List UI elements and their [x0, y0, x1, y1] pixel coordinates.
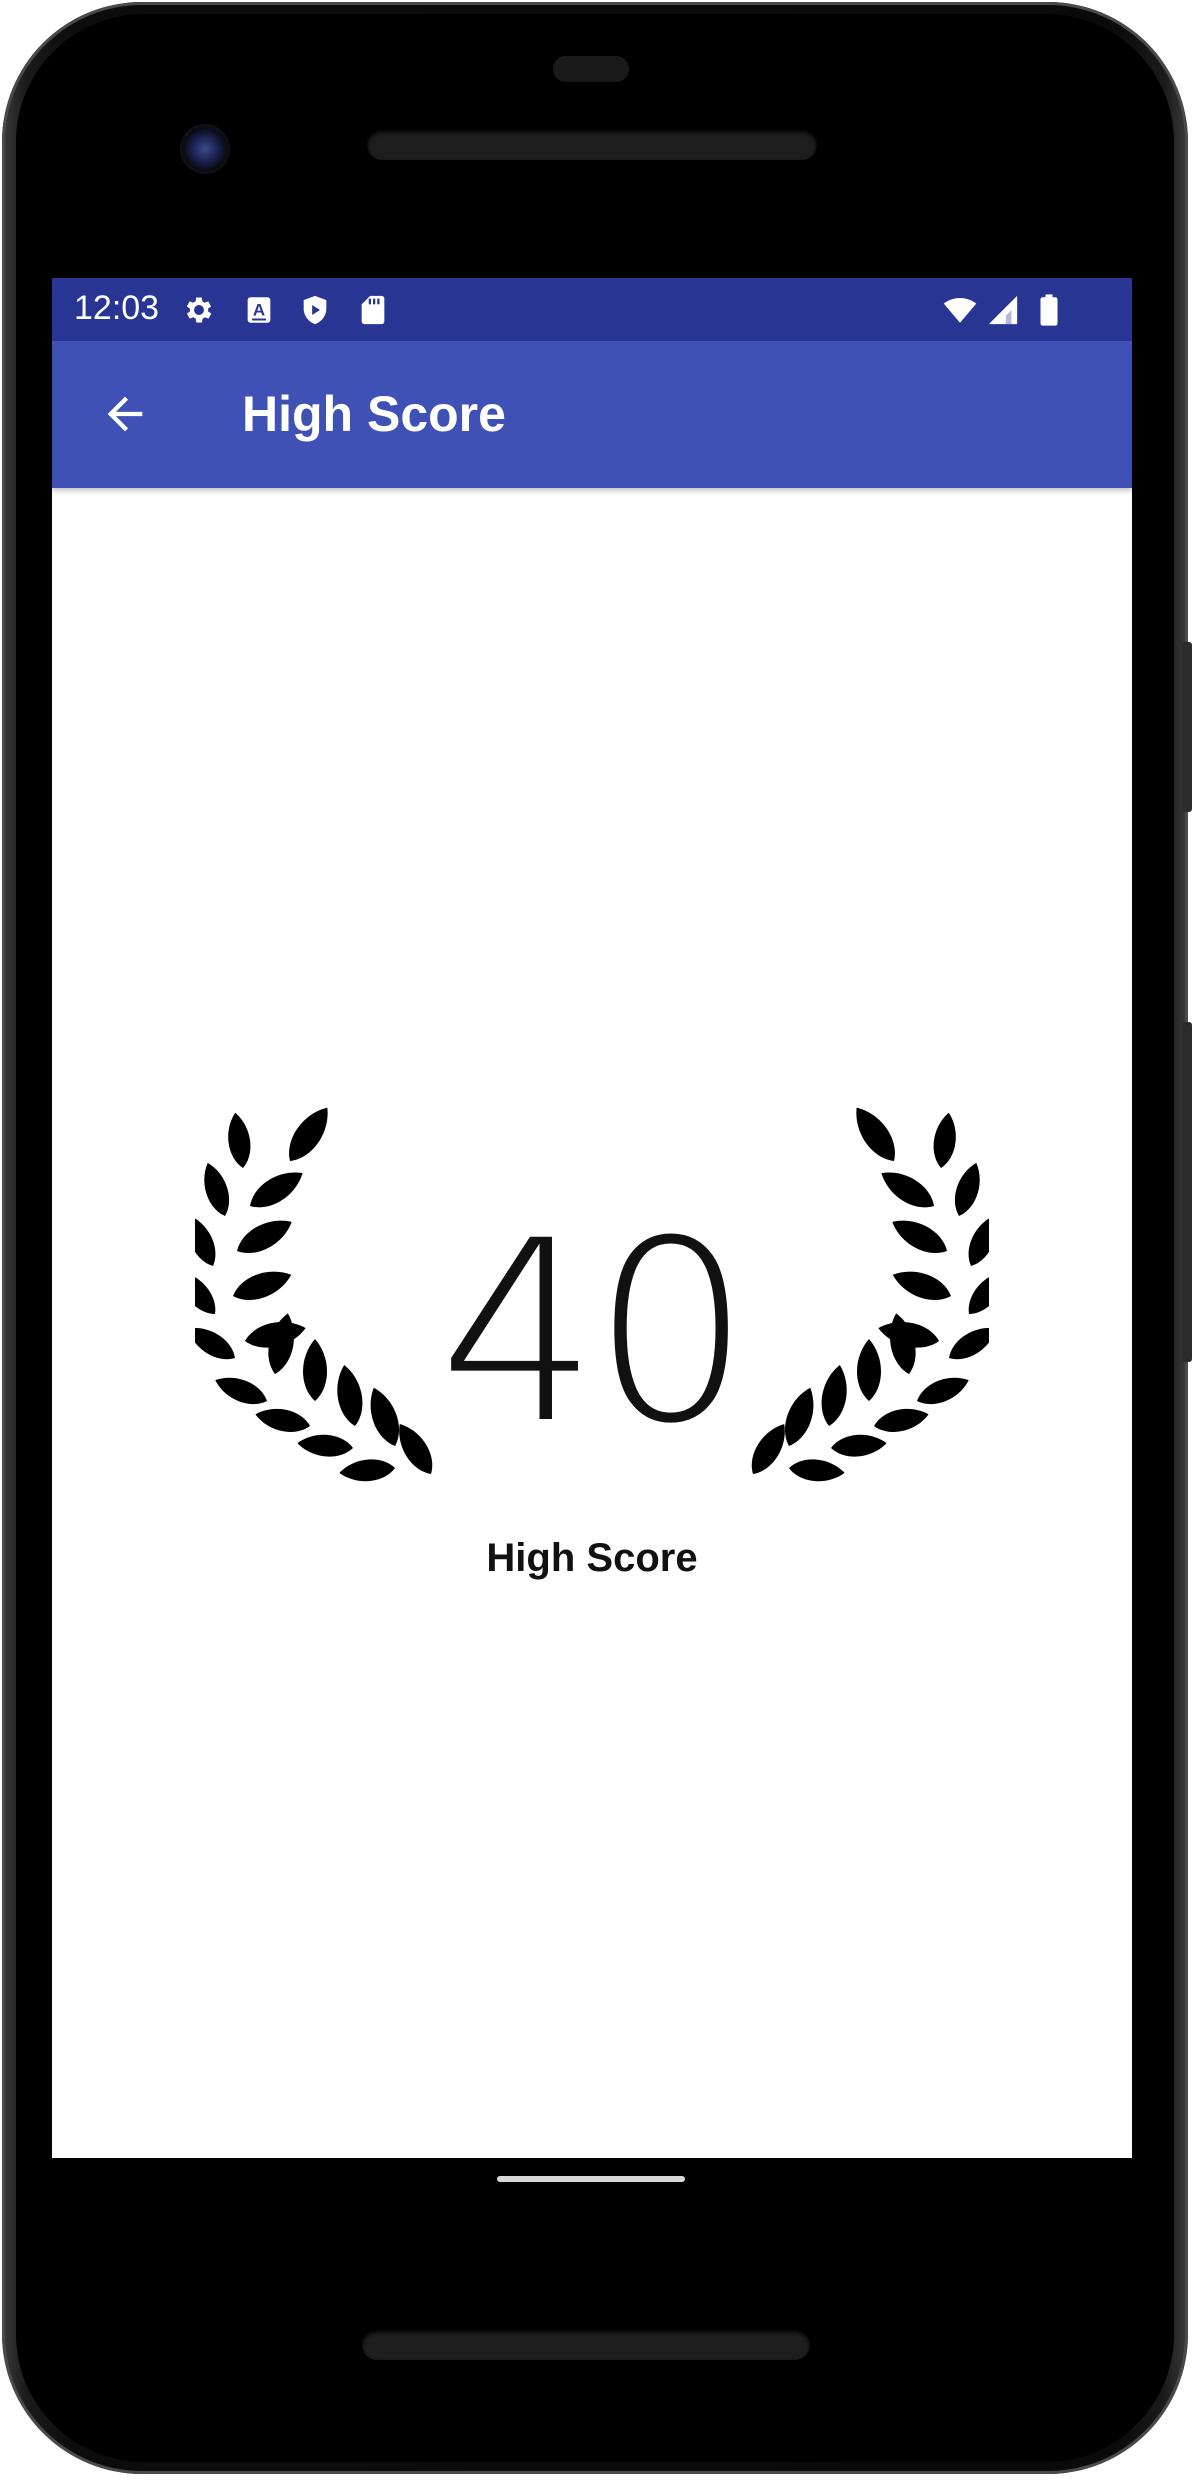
bottom-speaker	[362, 2330, 810, 2360]
back-button[interactable]	[92, 381, 158, 447]
high-score-content: 40 High Score	[52, 488, 1132, 2158]
shield-play-icon	[298, 293, 332, 327]
volume-button	[1182, 1022, 1192, 1362]
arrow-back-icon	[107, 396, 143, 432]
page-title: High Score	[242, 386, 506, 442]
top-sensor-slot	[553, 56, 629, 82]
settings-icon	[182, 293, 216, 327]
front-camera-icon	[180, 124, 230, 174]
signal-icon	[986, 293, 1020, 327]
screen: 12:03 A High Score 40 High Score	[52, 278, 1132, 2158]
app-bar: High Score	[52, 341, 1132, 488]
svg-text:A: A	[253, 301, 265, 320]
home-gesture-bar[interactable]	[497, 2176, 685, 2182]
wifi-icon	[940, 293, 980, 327]
power-button	[1182, 642, 1192, 812]
earpiece-speaker	[367, 130, 817, 160]
status-bar: 12:03 A	[52, 278, 1132, 341]
sd-card-icon	[356, 293, 390, 327]
high-score-value: 40	[438, 1187, 751, 1478]
device-frame: 12:03 A High Score 40 High Score	[0, 0, 1194, 2480]
status-time: 12:03	[74, 289, 160, 327]
battery-icon	[1032, 293, 1066, 327]
font-icon: A	[242, 293, 276, 327]
high-score-label: High Score	[486, 1536, 698, 1580]
